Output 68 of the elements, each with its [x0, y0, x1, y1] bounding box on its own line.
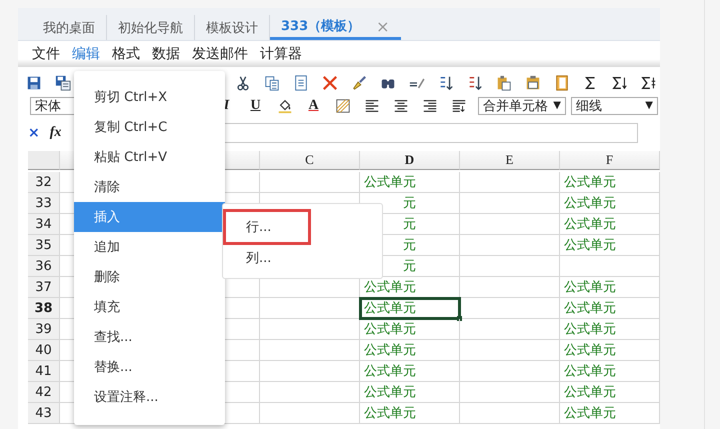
function-icon[interactable]: fx [50, 125, 62, 141]
table-cell: 公式单元 [360, 298, 460, 319]
column-header[interactable]: E [460, 151, 560, 170]
underline-button[interactable]: U [241, 96, 270, 116]
table-cell: 公式单元 [560, 340, 660, 361]
column-header[interactable]: D [360, 151, 460, 170]
row-number[interactable]: 34 [28, 214, 60, 235]
tab-label: 模板设计 [206, 20, 258, 36]
row-number[interactable]: 40 [28, 340, 60, 361]
dropdown-select[interactable]: 合并单元格 ▼ [478, 96, 566, 114]
tab-label: 333（模板） [281, 18, 360, 35]
row-number[interactable]: 38 [28, 298, 60, 319]
table-cell: 公式单元 [560, 382, 660, 403]
table-cell: 公式单元 [560, 319, 660, 340]
context-menu-item[interactable]: 复制 Ctrl+C [74, 112, 225, 142]
table-cell: 公式单元 [360, 172, 460, 193]
dropdown-arrow-icon: ▼ [645, 100, 653, 111]
row-number[interactable]: 32 [28, 172, 60, 193]
table-cell: 公式单元 [560, 361, 660, 382]
table-cell: 公式单元 [360, 403, 460, 424]
table-cell: 公式单元 [560, 235, 660, 256]
row-number[interactable]: 35 [28, 235, 60, 256]
row-number[interactable]: 36 [28, 256, 60, 277]
table-cell: 公式单元 [360, 340, 460, 361]
table-cell: 公式单元 [560, 214, 660, 235]
submenu-item[interactable]: 行... [223, 209, 311, 245]
context-menu-item[interactable]: 剪切 Ctrl+X [74, 82, 225, 112]
menu-item[interactable]: 编辑 [70, 45, 102, 63]
table-cell: 公式单元 [360, 361, 460, 382]
column-header[interactable]: F [560, 151, 660, 170]
column-header[interactable]: C [260, 151, 360, 170]
row-number[interactable]: 33 [28, 193, 60, 214]
row-number[interactable]: 41 [28, 361, 60, 382]
fill-handle[interactable] [457, 316, 462, 321]
row-number[interactable]: 37 [28, 277, 60, 298]
menu-item[interactable]: 发送邮件 [190, 45, 250, 63]
table-cell: 公式单元 [560, 403, 660, 424]
context-menu-item[interactable]: 清除 [74, 172, 225, 202]
table-cell: 公式单元 [560, 298, 660, 319]
table-cell: 公式单元 [360, 319, 460, 340]
context-menu-item[interactable]: 粘贴 Ctrl+V [74, 142, 225, 172]
table-cell: 公式单元 [360, 382, 460, 403]
cancel-icon[interactable]: × [28, 125, 40, 141]
menu-item[interactable]: 格式 [110, 45, 142, 63]
tab-label: 初始化导航 [118, 20, 183, 36]
row-number[interactable]: 39 [28, 319, 60, 340]
context-menu-item[interactable]: 替换... [74, 352, 225, 382]
table-cell: 公式单元 [560, 172, 660, 193]
row-number[interactable]: 42 [28, 382, 60, 403]
tab[interactable]: 初始化导航 [107, 15, 195, 40]
table-cell: 公式单元 [560, 277, 660, 298]
font-select[interactable]: 宋体 [30, 96, 75, 114]
tab-label: 我的桌面 [43, 20, 95, 36]
context-menu-item[interactable]: 填充 [74, 292, 225, 322]
menu-item[interactable]: 文件 [30, 45, 62, 63]
row-number[interactable]: 43 [28, 403, 60, 424]
context-menu-item[interactable]: 删除 [74, 262, 225, 292]
dropdown-select[interactable]: 细线 ▼ [571, 96, 658, 114]
menu-item[interactable]: 数据 [150, 45, 182, 63]
context-menu-item[interactable]: 查找... [74, 322, 225, 352]
tab[interactable]: 我的桌面 [32, 15, 107, 40]
context-menu-item[interactable]: 追加 [74, 232, 225, 262]
dropdown-arrow-icon: ▼ [553, 100, 561, 111]
table-cell: 公式单元 [560, 193, 660, 214]
context-menu-item[interactable]: 设置注释... [74, 382, 225, 412]
font-color-button[interactable]: A [299, 96, 328, 116]
tab[interactable]: 模板设计 [195, 15, 270, 40]
menu-item[interactable]: 计算器 [258, 45, 304, 63]
